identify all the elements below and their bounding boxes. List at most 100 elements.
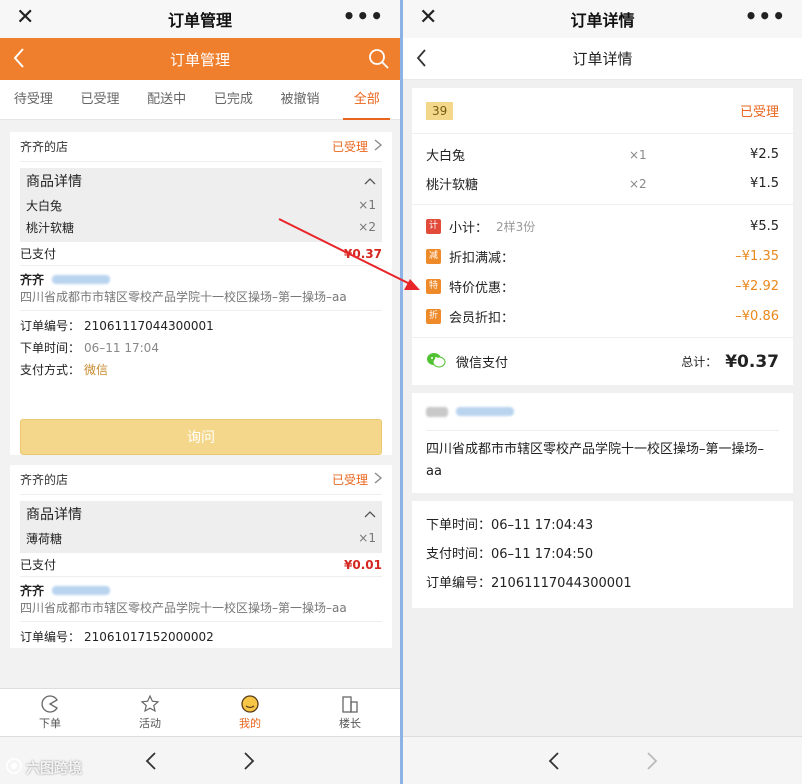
item-name: 薄荷糖: [26, 531, 63, 546]
fee-label: 特价优惠：: [449, 280, 515, 296]
fee-value: –¥0.86: [735, 308, 779, 324]
more-icon[interactable]: •••: [343, 4, 384, 28]
address-panel: 四川省成都市市辖区零校产品学院十一校区操场–第一操场–aa: [412, 393, 793, 493]
order-number-row: 订单编号： 21061017152000002: [20, 626, 382, 648]
browser-back-icon[interactable]: [548, 751, 560, 776]
fee-label: 小计：: [449, 220, 489, 236]
discount-icon: 减: [426, 248, 441, 264]
page-title: 订单管理: [169, 50, 230, 69]
window-title: 订单管理: [167, 11, 232, 30]
item-price: ¥2.5: [750, 147, 779, 162]
item-count: 2样3份: [496, 219, 536, 234]
nav-label: 活动: [139, 717, 161, 730]
goods-detail-title: 商品详情: [26, 507, 82, 523]
nav-label: 我的: [239, 717, 261, 730]
item-name: 桃汁软糖: [26, 220, 75, 235]
back-icon[interactable]: [12, 46, 26, 74]
goods-detail: 商品详情 大白兔 ×1 桃汁软糖 ×2: [20, 168, 382, 242]
list-item: 薄荷糖 ×1: [26, 527, 376, 549]
buyer-info: 齐齐: [20, 582, 382, 599]
chevron-up-icon: [364, 173, 376, 189]
item-qty: ×1: [358, 531, 376, 545]
delivery-address: 四川省成都市市辖区零校产品学院十一校区操场–第一操场–aa: [20, 599, 382, 622]
recipient-phone-redacted: [456, 407, 514, 416]
tab-completed[interactable]: 已完成: [200, 80, 267, 119]
browser-back-icon[interactable]: [145, 751, 157, 776]
order-list[interactable]: 齐齐的店 已受理 商品详情 大白兔 ×1 桃汁软糖 ×2 已支付 ¥0.37 齐…: [0, 120, 400, 688]
order-card[interactable]: 齐齐的店 已受理 商品详情 大白兔 ×1 桃汁软糖 ×2 已支付 ¥0.37 齐…: [10, 132, 392, 455]
buyer-phone-redacted: [52, 586, 111, 595]
ask-button[interactable]: 询问: [20, 419, 382, 455]
tab-delivering[interactable]: 配送中: [133, 80, 200, 119]
app-header: 订单管理: [0, 38, 400, 80]
tab-all[interactable]: 全部: [333, 80, 400, 120]
time-value: 06–11 17:04:43: [491, 518, 594, 533]
fee-label: 会员折扣：: [449, 310, 515, 326]
goods-detail: 商品详情 薄荷糖 ×1: [20, 501, 382, 553]
order-number-row: 订单编号：21061117044300001: [426, 569, 779, 598]
recipient-info: [426, 393, 779, 431]
wechat-pay-icon: [426, 352, 446, 372]
fee-value: –¥2.92: [735, 278, 779, 294]
order-status: 已受理: [331, 140, 368, 154]
order-summary-panel: 39 已受理 大白兔 ×1 ¥2.5 桃汁软糖 ×2 ¥1.5 计小计： 2样3份…: [412, 88, 793, 385]
shop-name: 齐齐的店: [20, 473, 69, 487]
order-time-label: 下单时间：: [20, 341, 81, 355]
close-icon[interactable]: ✕: [16, 5, 34, 30]
time-label: 订单编号：: [426, 576, 492, 591]
delivery-address: 四川省成都市市辖区零校产品学院十一校区操场–第一操场–aa: [20, 288, 382, 311]
chevron-right-icon: [374, 472, 383, 487]
buyer-phone-redacted: [52, 275, 111, 284]
subtotal-icon: 计: [426, 218, 441, 234]
tab-pending[interactable]: 待受理: [0, 80, 67, 119]
back-icon[interactable]: [415, 47, 427, 73]
nav-label: 楼长: [339, 717, 361, 730]
item-price: ¥1.5: [750, 176, 779, 191]
chevron-up-icon: [364, 506, 376, 522]
order-card[interactable]: 齐齐的店 已受理 商品详情 薄荷糖 ×1 已支付 ¥0.01 齐齐 四川省成都市…: [10, 465, 392, 648]
nav-order[interactable]: 下单: [0, 689, 100, 736]
app-header: 订单详情: [403, 38, 802, 80]
browser-nav-bar: [403, 736, 802, 784]
browser-forward-icon[interactable]: [646, 751, 658, 776]
recipient-name-redacted: [426, 406, 448, 417]
chevron-right-icon: [374, 139, 383, 154]
close-icon[interactable]: ✕: [419, 5, 437, 30]
list-item: 大白兔 ×1: [26, 194, 376, 216]
fee-value: ¥5.5: [750, 218, 779, 234]
nav-activity[interactable]: 活动: [100, 689, 200, 736]
order-summary-header: 39 已受理: [412, 88, 793, 134]
nav-mine[interactable]: 我的: [200, 689, 300, 736]
pacman-icon: [0, 693, 100, 715]
paid-label: 已支付: [20, 247, 57, 261]
page-title: 订单详情: [572, 50, 633, 68]
pay-time-row: 支付时间：06–11 17:04:50: [426, 540, 779, 569]
tab-cancelled[interactable]: 被撤销: [267, 80, 334, 119]
browser-forward-icon[interactable]: [243, 751, 255, 776]
goods-detail-toggle[interactable]: 商品详情: [26, 501, 376, 527]
order-number: 21061017152000002: [84, 630, 214, 644]
order-status: 已受理: [739, 105, 779, 120]
face-icon: [200, 693, 300, 715]
item-qty: ×1: [629, 147, 647, 162]
time-panel: 下单时间：06–11 17:04:43 支付时间：06–11 17:04:50 …: [412, 501, 793, 608]
order-card-header[interactable]: 齐齐的店 已受理: [20, 465, 383, 495]
order-card-header[interactable]: 齐齐的店 已受理: [20, 132, 383, 162]
buyer-name: 齐齐: [20, 273, 45, 287]
time-label: 支付时间：: [426, 547, 492, 562]
list-item: 大白兔 ×1 ¥2.5: [412, 140, 793, 169]
total-amount: ¥0.37: [725, 351, 779, 372]
item-name: 大白兔: [26, 198, 63, 213]
list-item: 桃汁软糖 ×2: [26, 216, 376, 238]
search-icon[interactable]: [368, 48, 390, 74]
time-label: 下单时间：: [426, 518, 492, 533]
wechat-title-bar: ✕ 订单详情 •••: [403, 0, 802, 38]
tab-accepted[interactable]: 已受理: [67, 80, 134, 119]
nav-building-manager[interactable]: 楼长: [300, 689, 400, 736]
buyer-info: 齐齐: [20, 271, 382, 288]
order-number-badge: 39: [426, 101, 454, 120]
fee-label: 折扣满减：: [449, 250, 515, 266]
more-icon[interactable]: •••: [745, 4, 786, 28]
time-value: 21061117044300001: [491, 576, 632, 591]
goods-detail-toggle[interactable]: 商品详情: [26, 168, 376, 194]
